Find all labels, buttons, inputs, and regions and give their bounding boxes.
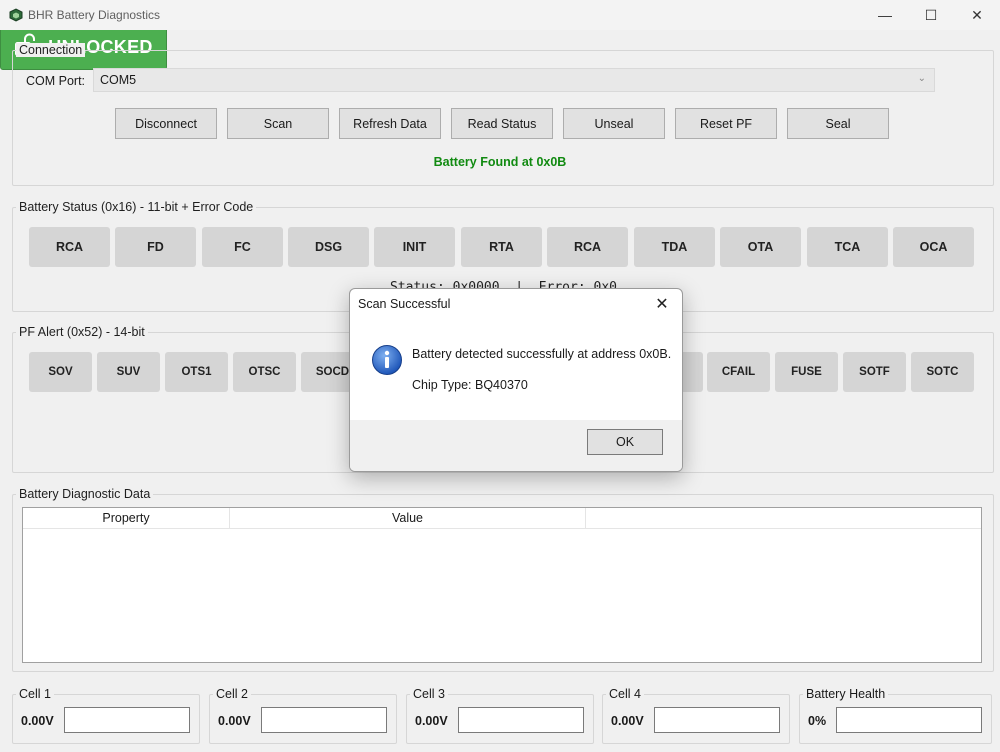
pf-alert-group-label: PF Alert (0x52) - 14-bit xyxy=(16,325,148,339)
dialog-close-button[interactable]: ✕ xyxy=(650,293,674,315)
disconnect-button[interactable]: Disconnect xyxy=(115,108,217,139)
window-title: BHR Battery Diagnostics xyxy=(28,8,161,22)
com-port-label: COM Port: xyxy=(26,74,86,88)
com-port-select[interactable]: COM5 ⌄ xyxy=(93,68,935,92)
pf-bit-sotc: SOTC xyxy=(911,352,974,392)
pf-bit-suv: SUV xyxy=(97,352,160,392)
status-bit-init: INIT xyxy=(374,227,455,267)
close-window-button[interactable]: ✕ xyxy=(954,0,1000,30)
ok-button[interactable]: OK xyxy=(587,429,663,455)
unseal-button[interactable]: Unseal xyxy=(563,108,665,139)
pf-bit-fuse: FUSE xyxy=(775,352,838,392)
cell-4-voltage: 0.00V xyxy=(611,714,644,728)
diagnostic-table[interactable]: Property Value xyxy=(22,507,982,663)
close-icon: ✕ xyxy=(655,296,669,313)
cell-1-label: Cell 1 xyxy=(16,687,54,701)
diagnostic-group-label: Battery Diagnostic Data xyxy=(16,487,154,501)
table-header-divider xyxy=(23,528,981,529)
scan-successful-dialog: Scan Successful ✕ Battery detected succe… xyxy=(349,288,683,472)
seal-button[interactable]: Seal xyxy=(787,108,889,139)
minimize-icon: — xyxy=(878,7,892,23)
com-port-value: COM5 xyxy=(100,73,137,87)
battery-status-group-label: Battery Status (0x16) - 11-bit + Error C… xyxy=(16,200,257,214)
close-icon: ✕ xyxy=(971,6,983,23)
cell-4-input[interactable] xyxy=(654,707,780,733)
scan-button[interactable]: Scan xyxy=(227,108,329,139)
battery-found-status: Battery Found at 0x0B xyxy=(433,155,567,169)
cell-3-input[interactable] xyxy=(458,707,584,733)
chevron-down-icon: ⌄ xyxy=(917,73,926,84)
title-bar: BHR Battery Diagnostics — ☐ ✕ xyxy=(0,0,1000,30)
reset-pf-button[interactable]: Reset PF xyxy=(675,108,777,139)
status-bit-tca: TCA xyxy=(807,227,888,267)
battery-health-value: 0% xyxy=(808,714,827,728)
dialog-chip-type: Chip Type: BQ40370 xyxy=(412,378,528,392)
maximize-button[interactable]: ☐ xyxy=(908,0,954,30)
column-header-value[interactable]: Value xyxy=(230,508,586,528)
battery-health-input[interactable] xyxy=(836,707,982,733)
cell-1-input[interactable] xyxy=(64,707,190,733)
pf-bit-otsc: OTSC xyxy=(233,352,296,392)
status-bit-oca: OCA xyxy=(893,227,974,267)
connection-group-label: Connection xyxy=(16,43,86,57)
status-bit-rta: RTA xyxy=(461,227,542,267)
status-bit-fd: FD xyxy=(115,227,196,267)
status-bit-dsg: DSG xyxy=(288,227,369,267)
status-bit-rca-2: RCA xyxy=(547,227,628,267)
dialog-title: Scan Successful xyxy=(358,297,451,311)
status-bit-ota: OTA xyxy=(720,227,801,267)
status-bit-fc: FC xyxy=(202,227,283,267)
battery-health-label: Battery Health xyxy=(803,687,889,701)
cell-2-input[interactable] xyxy=(261,707,387,733)
battery-app-icon xyxy=(8,7,24,23)
pf-bit-cfail: CFAIL xyxy=(707,352,770,392)
status-bit-rca: RCA xyxy=(29,227,110,267)
cell-2-label: Cell 2 xyxy=(213,687,251,701)
column-header-property[interactable]: Property xyxy=(23,508,230,528)
pf-bit-ots1: OTS1 xyxy=(165,352,228,392)
cell-3-voltage: 0.00V xyxy=(415,714,448,728)
cell-1-voltage: 0.00V xyxy=(21,714,54,728)
minimize-button[interactable]: — xyxy=(862,0,908,30)
information-icon xyxy=(371,344,403,376)
status-bit-tda: TDA xyxy=(634,227,715,267)
refresh-data-button[interactable]: Refresh Data xyxy=(339,108,441,139)
cell-2-voltage: 0.00V xyxy=(218,714,251,728)
maximize-icon: ☐ xyxy=(924,6,938,23)
read-status-button[interactable]: Read Status xyxy=(451,108,553,139)
cell-3-label: Cell 3 xyxy=(410,687,448,701)
pf-bit-sotf: SOTF xyxy=(843,352,906,392)
pf-bit-sov: SOV xyxy=(29,352,92,392)
cell-4-label: Cell 4 xyxy=(606,687,644,701)
dialog-message: Battery detected successfully at address… xyxy=(412,347,672,361)
